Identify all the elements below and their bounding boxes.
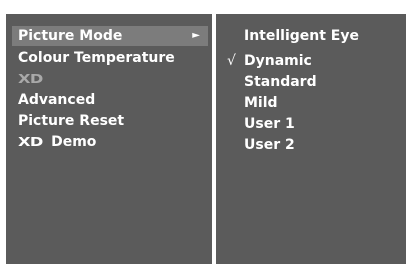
main-menu-panel: Picture Mode ► Colour Temperature XD Adv…: [6, 14, 212, 264]
option-user-2[interactable]: User 2: [244, 135, 295, 155]
option-label: Dynamic: [244, 53, 312, 69]
option-mild[interactable]: Mild: [244, 93, 278, 113]
menu-item-label: Demo: [51, 134, 97, 150]
submenu-header-intelligent-eye[interactable]: Intelligent Eye: [244, 26, 359, 46]
check-icon: √: [227, 53, 236, 69]
option-label: User 2: [244, 137, 295, 153]
menu-item-picture-mode[interactable]: Picture Mode ►: [12, 26, 208, 46]
option-label: Mild: [244, 95, 278, 111]
menu-item-xd-demo[interactable]: XD Demo: [18, 132, 96, 152]
xd-logo: XD: [18, 135, 43, 149]
xd-logo: XD: [18, 72, 43, 86]
submenu-arrow-icon: ►: [192, 30, 200, 41]
menu-item-colour-temperature[interactable]: Colour Temperature: [18, 48, 175, 68]
option-label: User 1: [244, 116, 295, 132]
option-label: Standard: [244, 74, 317, 90]
option-user-1[interactable]: User 1: [244, 114, 295, 134]
submenu-header-label: Intelligent Eye: [244, 28, 359, 44]
menu-item-label: Advanced: [18, 92, 96, 108]
menu-item-label: Picture Reset: [18, 113, 125, 129]
menu-item-xd[interactable]: XD: [18, 69, 43, 89]
option-standard[interactable]: Standard: [244, 72, 317, 92]
option-dynamic[interactable]: √ Dynamic: [227, 51, 312, 71]
submenu-panel: Intelligent Eye √ Dynamic Standard Mild …: [216, 14, 406, 264]
menu-item-label: Colour Temperature: [18, 50, 175, 66]
menu-item-advanced[interactable]: Advanced: [18, 90, 95, 110]
menu-item-picture-reset[interactable]: Picture Reset: [18, 111, 124, 131]
menu-item-label: Picture Mode: [18, 28, 123, 44]
